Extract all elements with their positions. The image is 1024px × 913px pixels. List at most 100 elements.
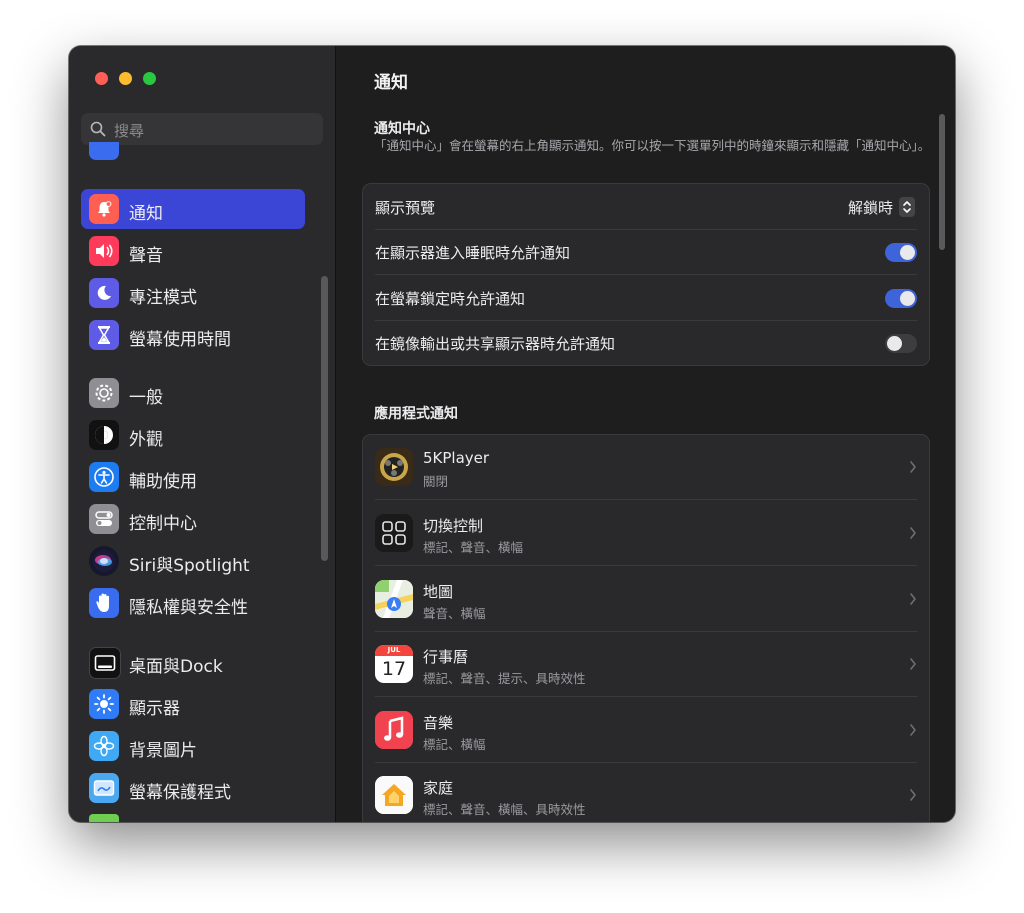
5kplayer-icon	[375, 448, 413, 486]
sidebar-item-notifications[interactable]: 通知	[81, 189, 305, 229]
wallpaper-icon	[89, 731, 119, 761]
app-alert-summary: 關閉	[423, 474, 449, 489]
main-scrollbar[interactable]	[939, 114, 945, 250]
siri-icon	[89, 546, 119, 576]
sidebar-item-label: 螢幕使用時間	[129, 330, 231, 350]
screensaver-icon	[89, 773, 119, 803]
chevron-right-icon	[910, 527, 916, 539]
sidebar-item-control-center[interactable]: 控制中心	[81, 499, 305, 539]
display-icon	[89, 689, 119, 719]
show-previews-row: 顯示預覽 解鎖時	[363, 184, 929, 230]
app-row-music[interactable]: 音樂 標記、橫幅	[363, 698, 929, 763]
allow-when-mirroring-label: 在鏡像輸出或共享顯示器時允許通知	[375, 335, 616, 353]
sidebar-scrollbar[interactable]	[321, 276, 328, 561]
chevron-right-icon	[910, 789, 916, 801]
partial-icon	[89, 142, 119, 160]
bell-icon	[89, 194, 119, 224]
appearance-icon	[89, 420, 119, 450]
app-row-calendar[interactable]: JUL 17 行事曆 標記、聲音、提示、具時效性	[363, 632, 929, 697]
sidebar-item-label: 顯示器	[129, 699, 180, 719]
app-notifications-card: 5KPlayer 關閉 切換控制 標記、聲音、橫幅 地圖 聲音、橫幅 JUL 1…	[362, 434, 930, 822]
sidebar-item-partial[interactable]	[81, 142, 305, 166]
sidebar-item-wallpaper[interactable]: 背景圖片	[81, 726, 305, 766]
maps-icon	[375, 580, 413, 618]
sidebar-item-label: 專注模式	[129, 288, 197, 308]
sidebar-item-label: 背景圖片	[129, 741, 197, 761]
calendar-day: 17	[381, 658, 407, 680]
sidebar-item-screen-time[interactable]: 螢幕使用時間	[81, 315, 305, 355]
sidebar-item-siri-spotlight[interactable]: Siri與Spotlight	[81, 541, 305, 581]
home-icon	[375, 776, 413, 814]
sidebar-item-screen-saver[interactable]: 螢幕保護程式	[81, 768, 305, 808]
sidebar-item-desktop-dock[interactable]: 桌面與Dock	[81, 642, 305, 682]
sidebar: 搜尋 通知 聲音 專注模式 螢幕使用時間 一般 外觀 輔助使用 控制中心 Sir…	[69, 46, 335, 822]
app-name: 5KPlayer	[423, 449, 490, 467]
calendar-icon: JUL 17	[375, 645, 413, 683]
show-previews-label: 顯示預覽	[375, 199, 436, 217]
allow-when-locked-label: 在螢幕鎖定時允許通知	[375, 290, 526, 308]
app-name: 切換控制	[423, 517, 484, 535]
sidebar-item-label: Siri與Spotlight	[129, 556, 250, 576]
music-icon	[375, 711, 413, 749]
sidebar-item-label: 通知	[129, 204, 163, 224]
chevron-right-icon	[910, 593, 916, 605]
allow-when-locked-toggle[interactable]	[885, 289, 917, 308]
sidebar-item-privacy[interactable]: 隱私權與安全性	[81, 583, 305, 623]
page-title: 通知	[374, 73, 408, 93]
app-row-5kplayer[interactable]: 5KPlayer 關閉	[363, 435, 929, 500]
notification-center-description: 「通知中心」會在螢幕的右上角顯示通知。你可以按一下選單列中的時鐘來顯示和隱藏「通…	[374, 138, 931, 153]
speaker-icon	[89, 236, 119, 266]
app-row-maps[interactable]: 地圖 聲音、橫幅	[363, 567, 929, 632]
allow-when-mirroring-toggle[interactable]	[885, 334, 917, 353]
control-center-icon	[89, 504, 119, 534]
sidebar-item-focus[interactable]: 專注模式	[81, 273, 305, 313]
sidebar-item-displays[interactable]: 顯示器	[81, 684, 305, 724]
sidebar-item-general[interactable]: 一般	[81, 373, 305, 413]
minimize-window-button[interactable]	[119, 72, 132, 85]
dock-icon	[89, 647, 121, 679]
main-pane: 通知 通知中心 「通知中心」會在螢幕的右上角顯示通知。你可以按一下選單列中的時鐘…	[336, 46, 955, 822]
sidebar-item-label: 輔助使用	[129, 472, 197, 492]
allow-when-sleeping-toggle[interactable]	[885, 243, 917, 262]
allow-when-mirroring-row: 在鏡像輸出或共享顯示器時允許通知	[363, 320, 929, 365]
sidebar-item-label: 聲音	[129, 246, 163, 266]
search-placeholder: 搜尋	[114, 122, 145, 140]
notification-settings-card: 顯示預覽 解鎖時 在顯示器進入睡眠時允許通知 在螢幕鎖定時允許通知 在鏡像輸出或…	[362, 183, 930, 366]
chevron-right-icon	[910, 724, 916, 736]
sidebar-item-label: 控制中心	[129, 514, 197, 534]
close-window-button[interactable]	[95, 72, 108, 85]
app-name: 行事曆	[423, 648, 469, 666]
show-previews-value: 解鎖時	[847, 198, 893, 217]
hand-icon	[89, 588, 119, 618]
sidebar-item-label: 一般	[129, 388, 163, 408]
sidebar-item-sound[interactable]: 聲音	[81, 231, 305, 271]
app-notifications-heading: 應用程式通知	[374, 406, 458, 422]
app-alert-summary: 聲音、橫幅	[423, 606, 486, 621]
search-field[interactable]: 搜尋	[81, 113, 323, 145]
app-row-switch-control[interactable]: 切換控制 標記、聲音、橫幅	[363, 501, 929, 566]
settings-window: 搜尋 通知 聲音 專注模式 螢幕使用時間 一般 外觀 輔助使用 控制中心 Sir…	[69, 46, 955, 822]
accessibility-icon	[89, 462, 119, 492]
show-previews-popup[interactable]: 解鎖時	[848, 196, 915, 218]
zoom-window-button[interactable]	[143, 72, 156, 85]
allow-when-locked-row: 在螢幕鎖定時允許通知	[363, 275, 929, 321]
updown-chevron-icon	[899, 197, 915, 217]
chevron-right-icon	[910, 658, 916, 670]
sidebar-item-partial-bottom	[89, 814, 119, 822]
app-name: 地圖	[423, 583, 454, 601]
app-row-home[interactable]: 家庭 標記、聲音、橫幅、具時效性	[363, 763, 929, 822]
app-alert-summary: 標記、橫幅	[423, 737, 486, 752]
sidebar-item-accessibility[interactable]: 輔助使用	[81, 457, 305, 497]
app-alert-summary: 標記、聲音、橫幅	[423, 540, 524, 555]
allow-when-sleeping-label: 在顯示器進入睡眠時允許通知	[375, 244, 571, 262]
search-icon	[90, 121, 106, 137]
gear-icon	[89, 378, 119, 408]
allow-when-sleeping-row: 在顯示器進入睡眠時允許通知	[363, 229, 929, 275]
sidebar-item-label: 外觀	[129, 430, 163, 450]
sidebar-item-appearance[interactable]: 外觀	[81, 415, 305, 455]
app-name: 音樂	[423, 714, 454, 732]
hourglass-icon	[89, 320, 119, 350]
moon-icon	[89, 278, 119, 308]
app-alert-summary: 標記、聲音、提示、具時效性	[423, 671, 586, 686]
chevron-right-icon	[910, 461, 916, 473]
